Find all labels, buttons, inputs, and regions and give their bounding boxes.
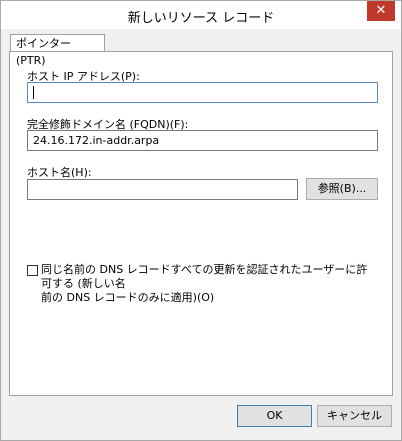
cancel-button[interactable]: キャンセル <box>317 405 392 427</box>
close-button[interactable]: ✕ <box>367 1 395 21</box>
title-bar: 新しいリソース レコード ✕ <box>1 1 401 29</box>
browse-button[interactable]: 参照(B)... <box>306 178 378 200</box>
tab-panel: ホスト IP アドレス(P): 完全修飾ドメイン名 (FQDN)(F): 24.… <box>9 51 393 396</box>
allow-update-label-line1: 同じ名前の DNS レコードすべての更新を認証されたユーザーに許可する (新しい… <box>41 263 368 290</box>
allow-update-checkbox[interactable] <box>27 265 38 276</box>
host-name-label: ホスト名(H): <box>27 166 92 179</box>
text-caret <box>33 86 34 99</box>
fqdn-input[interactable]: 24.16.172.in-addr.arpa <box>27 130 378 151</box>
host-name-input[interactable] <box>27 179 298 200</box>
allow-update-label[interactable]: 同じ名前の DNS レコードすべての更新を認証されたユーザーに許可する (新しい… <box>41 263 371 305</box>
close-icon: ✕ <box>375 3 387 18</box>
window-title: 新しいリソース レコード <box>127 11 275 26</box>
tab-ptr[interactable]: ポインター (PTR) <box>10 34 105 67</box>
fqdn-value: 24.16.172.in-addr.arpa <box>33 134 160 147</box>
host-ip-input[interactable] <box>27 82 378 103</box>
dialog-window: 新しいリソース レコード ✕ ポインター (PTR) ホスト IP アドレス(P… <box>0 0 402 441</box>
allow-update-label-line2: 前の DNS レコードのみに適用)(O) <box>41 291 215 304</box>
ok-button[interactable]: OK <box>237 405 312 427</box>
